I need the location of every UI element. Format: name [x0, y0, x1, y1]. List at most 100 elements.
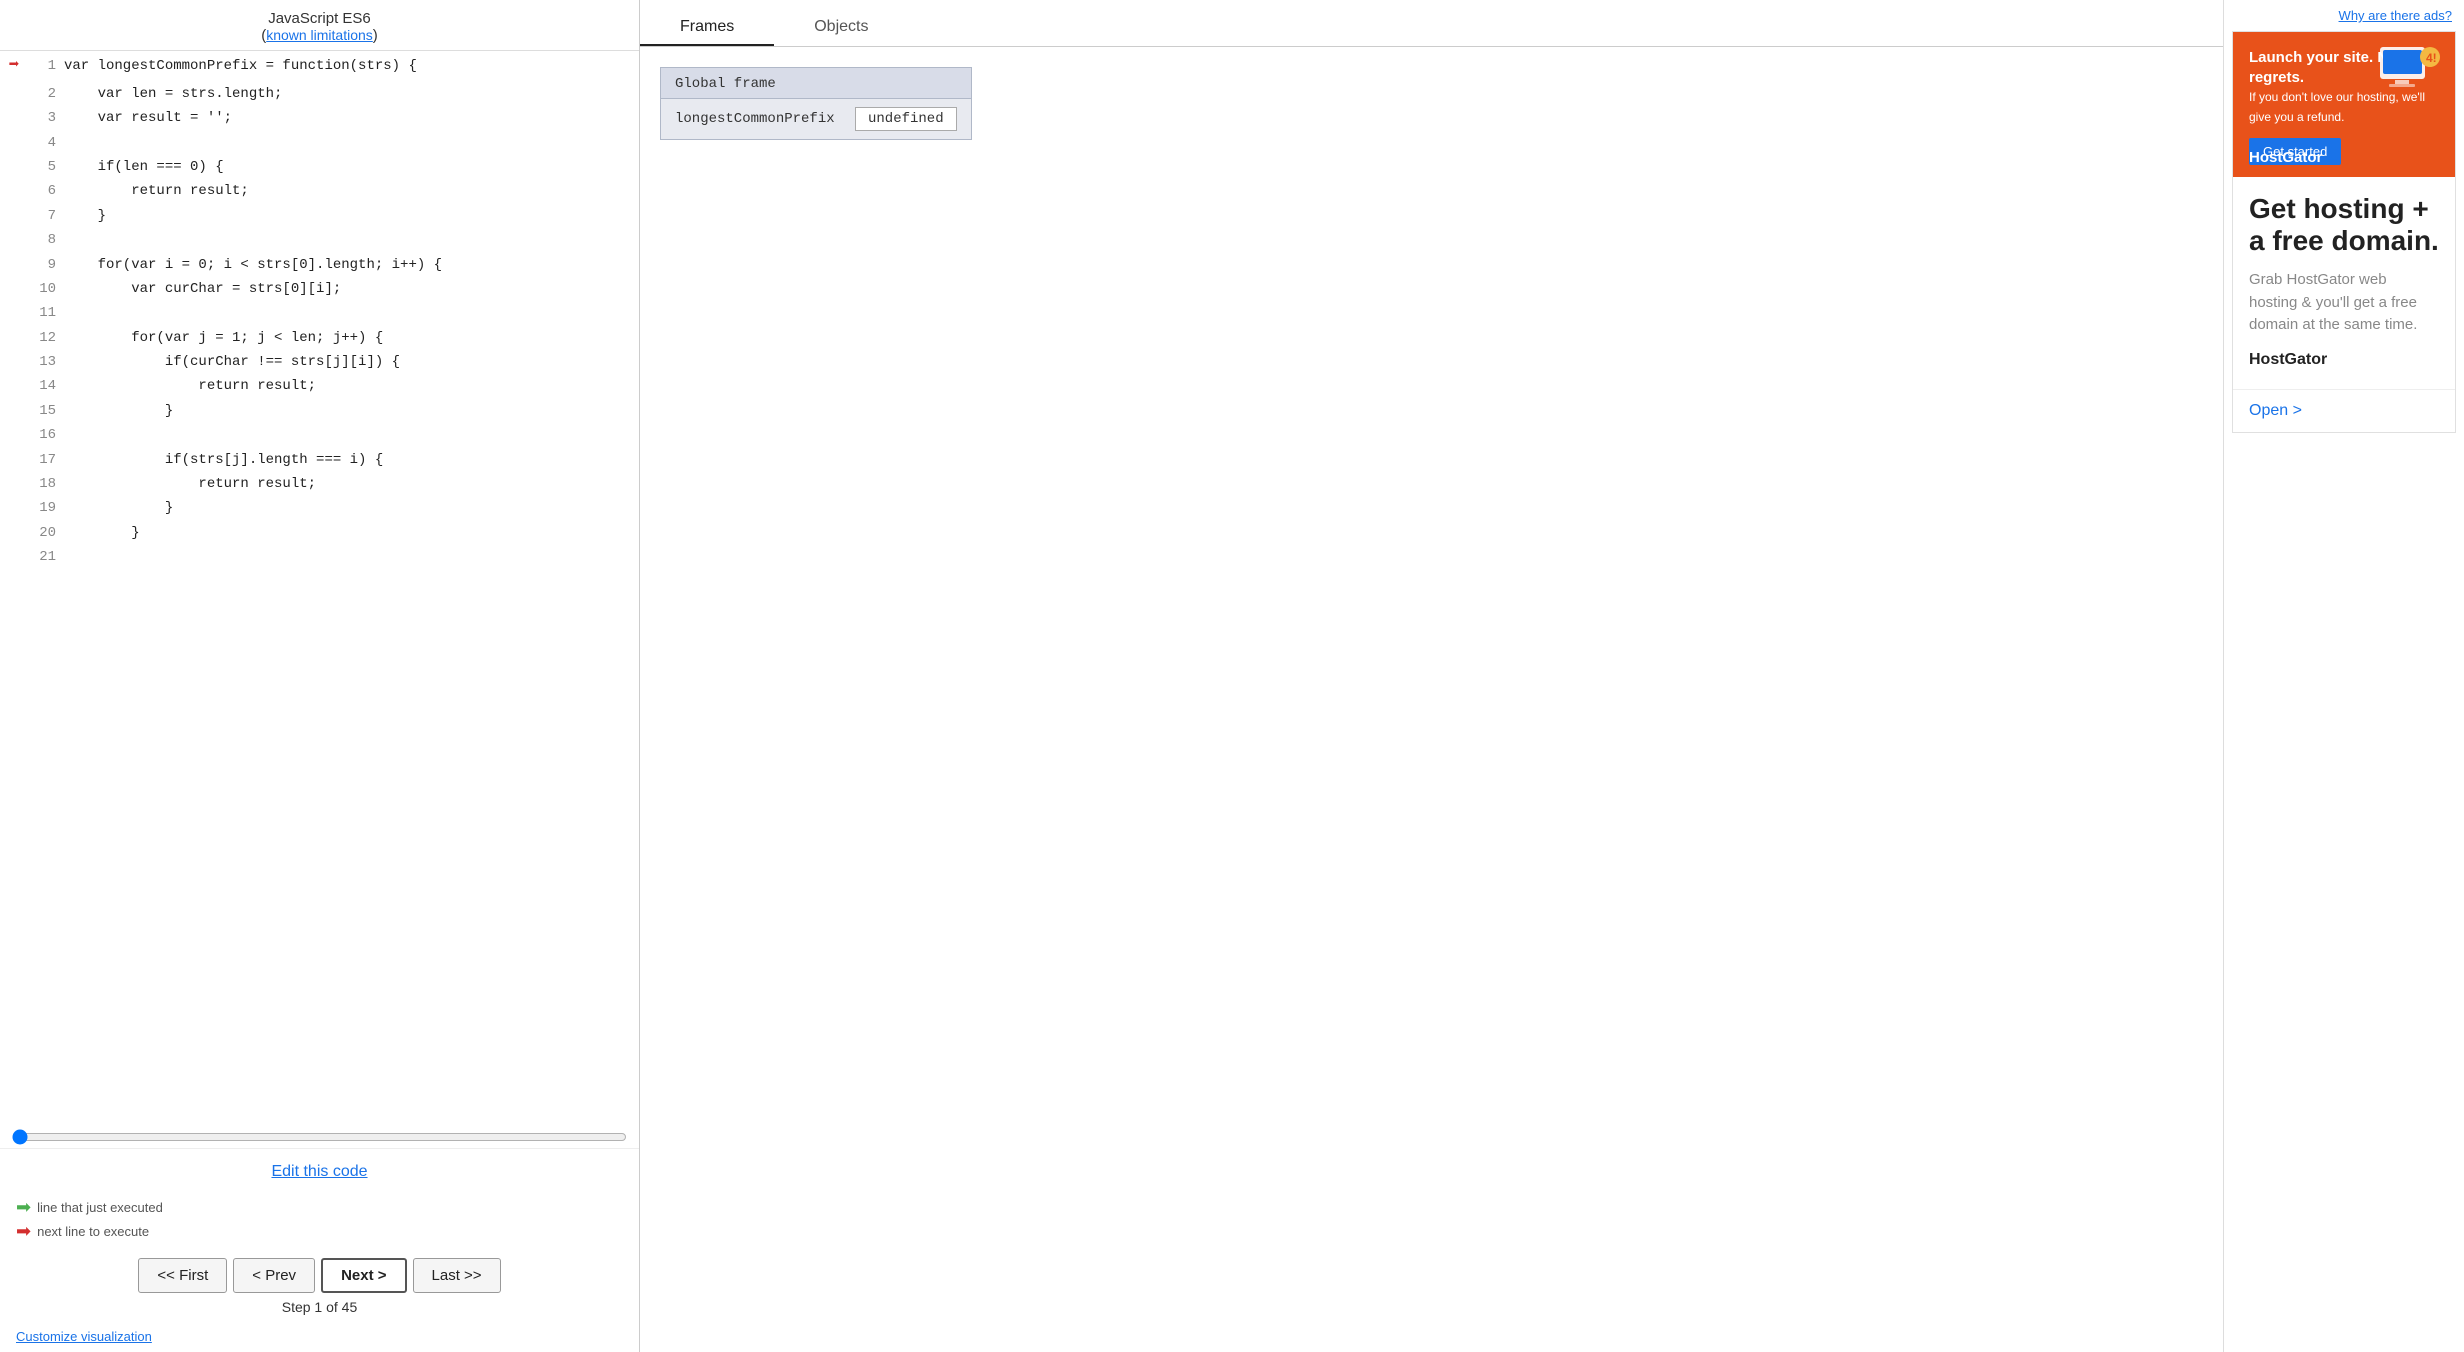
- line-code: [60, 545, 639, 569]
- line-arrow: [0, 521, 28, 545]
- line-code: if(len === 0) {: [60, 155, 639, 179]
- table-row: 11: [0, 301, 639, 325]
- line-code: return result;: [60, 472, 639, 496]
- table-row: 17 if(strs[j].length === i) {: [0, 448, 639, 472]
- code-scrollbar[interactable]: [0, 1126, 639, 1148]
- line-number: 11: [28, 301, 60, 325]
- ad-box: Launch your site. No regrets. If you don…: [2232, 31, 2456, 433]
- line-arrow: [0, 277, 28, 301]
- table-row: 6 return result;: [0, 179, 639, 203]
- left-panel: JavaScript ES6 (known limitations) ➡1var…: [0, 0, 640, 1352]
- code-header: JavaScript ES6 (known limitations): [0, 0, 639, 51]
- line-arrow: [0, 326, 28, 350]
- legend-green-label: line that just executed: [37, 1200, 163, 1215]
- ad-art: 4!: [2375, 42, 2445, 102]
- line-arrow: [0, 228, 28, 252]
- last-button[interactable]: Last >>: [413, 1258, 501, 1293]
- line-code: }: [60, 496, 639, 520]
- line-arrow: [0, 472, 28, 496]
- frames-content: Global frame longestCommonPrefix undefin…: [640, 47, 2223, 160]
- line-code: if(curChar !== strs[j][i]) {: [60, 350, 639, 374]
- line-code: for(var j = 1; j < len; j++) {: [60, 326, 639, 350]
- code-area[interactable]: ➡1var longestCommonPrefix = function(str…: [0, 51, 639, 1126]
- line-arrow: [0, 131, 28, 155]
- red-arrow-icon: ➡: [16, 1221, 31, 1242]
- line-code: var len = strs.length;: [60, 82, 639, 106]
- line-number: 2: [28, 82, 60, 106]
- frame-var-name: longestCommonPrefix: [675, 111, 855, 127]
- line-arrow: ➡: [0, 51, 28, 82]
- line-code: var curChar = strs[0][i];: [60, 277, 639, 301]
- line-arrow: [0, 448, 28, 472]
- line-number: 1: [28, 51, 60, 82]
- ad-open-link[interactable]: Open >: [2249, 402, 2302, 420]
- middle-panel: Frames Objects Global frame longestCommo…: [640, 0, 2224, 1352]
- customize-link[interactable]: Customize visualization: [16, 1329, 152, 1344]
- why-ads-area: Why are there ads?: [2224, 0, 2464, 27]
- line-code: var longestCommonPrefix = function(strs)…: [60, 51, 639, 82]
- line-arrow: [0, 179, 28, 203]
- table-row: 4: [0, 131, 639, 155]
- global-frame-header: Global frame: [661, 68, 971, 99]
- first-button[interactable]: << First: [138, 1258, 227, 1293]
- line-code: [60, 131, 639, 155]
- nav-buttons: << First < Prev Next > Last >>: [138, 1258, 500, 1293]
- edit-code-link[interactable]: Edit this code: [271, 1163, 367, 1180]
- tab-frames[interactable]: Frames: [640, 10, 774, 46]
- step-info: Step 1 of 45: [282, 1299, 358, 1315]
- table-row: ➡1var longestCommonPrefix = function(str…: [0, 51, 639, 82]
- code-table: ➡1var longestCommonPrefix = function(str…: [0, 51, 639, 570]
- line-number: 10: [28, 277, 60, 301]
- tab-objects[interactable]: Objects: [774, 10, 908, 46]
- line-number: 20: [28, 521, 60, 545]
- table-row: 2 var len = strs.length;: [0, 82, 639, 106]
- line-code: return result;: [60, 374, 639, 398]
- ad-headline: Get hosting + a free domain.: [2249, 193, 2439, 257]
- next-button[interactable]: Next >: [321, 1258, 406, 1293]
- line-arrow: [0, 106, 28, 130]
- line-number: 14: [28, 374, 60, 398]
- right-panel: Why are there ads? Launch your site. No …: [2224, 0, 2464, 1352]
- line-number: 21: [28, 545, 60, 569]
- line-number: 5: [28, 155, 60, 179]
- why-ads-link[interactable]: Why are there ads?: [2339, 8, 2452, 23]
- ad-banner: Launch your site. No regrets. If you don…: [2233, 32, 2455, 177]
- table-row: 20 }: [0, 521, 639, 545]
- frame-variable-row: longestCommonPrefix undefined: [661, 99, 971, 139]
- table-row: 13 if(curChar !== strs[j][i]) {: [0, 350, 639, 374]
- h-scroll-slider[interactable]: [12, 1131, 627, 1143]
- line-arrow: [0, 253, 28, 277]
- ad-subtext: Grab HostGator web hosting & you'll get …: [2249, 269, 2439, 337]
- table-row: 21: [0, 545, 639, 569]
- edit-link-area: Edit this code: [0, 1148, 639, 1189]
- table-row: 15 }: [0, 399, 639, 423]
- line-number: 17: [28, 448, 60, 472]
- code-title: JavaScript ES6: [268, 10, 371, 27]
- table-row: 14 return result;: [0, 374, 639, 398]
- legend-red: ➡ next line to execute: [16, 1221, 623, 1242]
- line-code: }: [60, 399, 639, 423]
- line-number: 15: [28, 399, 60, 423]
- known-limitations-link[interactable]: known limitations: [266, 27, 373, 43]
- line-code: [60, 423, 639, 447]
- green-arrow-icon: ➡: [16, 1197, 31, 1218]
- line-number: 16: [28, 423, 60, 447]
- line-number: 6: [28, 179, 60, 203]
- line-arrow: [0, 350, 28, 374]
- line-arrow: [0, 423, 28, 447]
- legend-red-label: next line to execute: [37, 1224, 149, 1239]
- ad-footer: Open >: [2233, 389, 2455, 432]
- line-arrow: [0, 82, 28, 106]
- controls-area: << First < Prev Next > Last >> Step 1 of…: [0, 1250, 639, 1325]
- frame-var-value: undefined: [855, 107, 957, 131]
- line-arrow: [0, 374, 28, 398]
- prev-button[interactable]: < Prev: [233, 1258, 315, 1293]
- line-number: 8: [28, 228, 60, 252]
- line-arrow: [0, 301, 28, 325]
- middle-tabs: Frames Objects: [640, 0, 2223, 47]
- table-row: 12 for(var j = 1; j < len; j++) {: [0, 326, 639, 350]
- table-row: 3 var result = '';: [0, 106, 639, 130]
- line-number: 7: [28, 204, 60, 228]
- table-row: 7 }: [0, 204, 639, 228]
- customize-link-area: Customize visualization: [0, 1325, 639, 1352]
